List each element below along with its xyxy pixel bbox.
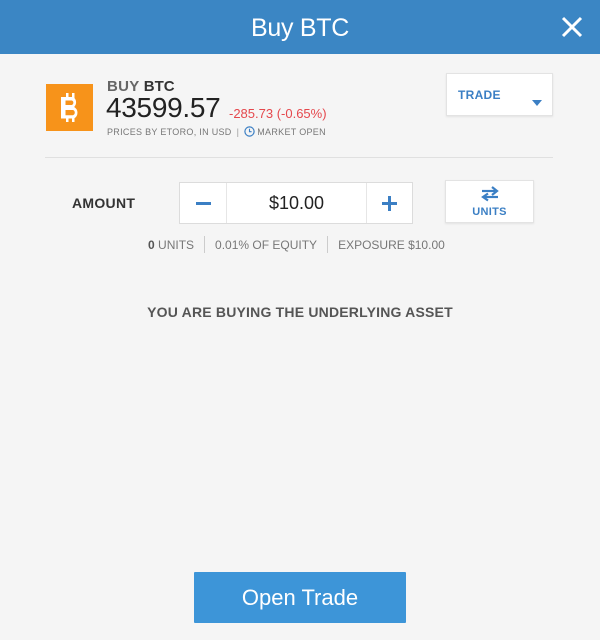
equity-detail: 0.01% OF EQUITY [215,237,318,252]
units-detail-label: UNITS [158,237,195,252]
open-trade-button[interactable]: Open Trade [194,572,406,623]
price-meta: PRICES BY ETORO, IN USD | MARKET OPEN [107,126,326,137]
instrument-price: 43599.57 [106,92,221,123]
plus-icon-vertical [388,196,391,211]
units-toggle-label: UNITS [472,206,507,218]
close-icon[interactable] [556,11,588,43]
order-type-value: TRADE [458,88,501,102]
clock-icon [244,126,255,137]
exposure-detail: EXPOSURE $10.00 [338,237,445,252]
bitcoin-logo-icon [46,84,93,131]
order-details: 0 UNITS 0.01% OF EQUITY EXPOSURE $10.00 [148,236,455,253]
increase-amount-button[interactable] [366,183,412,223]
price-change: -285.73 (-0.65%) [229,106,327,121]
dialog-header: Buy BTC [0,0,600,54]
units-count: 0 [148,237,155,252]
market-status: MARKET OPEN [257,126,326,137]
amount-label: AMOUNT [72,195,136,211]
amount-input[interactable] [227,193,366,214]
prices-source: PRICES BY ETORO, IN USD [107,126,232,137]
minus-icon [196,202,211,205]
units-detail: 0 UNITS [148,238,204,252]
meta-separator: | [236,126,240,137]
decrease-amount-button[interactable] [180,183,227,223]
amount-stepper [179,182,413,224]
dialog-title: Buy BTC [251,14,349,42]
underlying-asset-notice: YOU ARE BUYING THE UNDERLYING ASSET [147,304,453,320]
units-toggle-button[interactable]: UNITS [445,180,534,223]
section-divider [45,157,553,158]
order-type-dropdown[interactable]: TRADE [446,73,553,116]
chevron-down-icon [532,93,542,111]
swap-arrows-icon [480,186,500,207]
